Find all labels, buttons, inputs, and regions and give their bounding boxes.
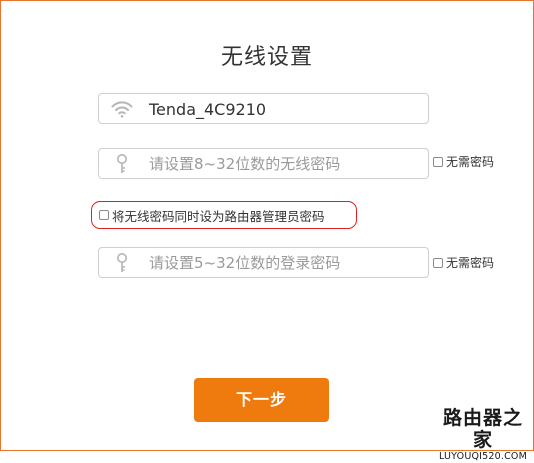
wifi-password-input[interactable] xyxy=(149,153,409,175)
login-no-password-checkbox[interactable]: 无需密码 xyxy=(433,254,494,271)
wifi-no-password-checkbox[interactable]: 无需密码 xyxy=(433,153,494,170)
checkbox-box[interactable] xyxy=(433,257,443,268)
key-icon xyxy=(111,154,133,173)
wifi-icon xyxy=(111,100,133,118)
login-password-field[interactable] xyxy=(98,247,429,278)
watermark-logo: 路由器之家 LUYOUQI520.COM xyxy=(435,407,531,463)
next-button[interactable]: 下一步 xyxy=(194,378,329,422)
watermark-en: LUYOUQI520.COM xyxy=(438,451,528,462)
login-password-input[interactable] xyxy=(149,252,409,274)
checkbox-box[interactable] xyxy=(99,210,109,220)
no-password-label: 无需密码 xyxy=(446,256,495,270)
no-password-label: 无需密码 xyxy=(446,155,495,169)
page-title: 无线设置 xyxy=(220,45,313,70)
same-as-admin-checkbox[interactable]: 将无线密码同时设为路由器管理员密码 xyxy=(91,201,357,229)
ssid-field[interactable]: Tenda_4C9210 xyxy=(98,93,429,124)
ssid-value: Tenda_4C9210 xyxy=(149,100,267,119)
wizard-panel: 无线设置 Tenda_4C9210 无需密码 将无线密码同时设为路由器管理员密码… xyxy=(0,0,534,462)
key-icon xyxy=(111,253,133,272)
same-as-admin-label: 将无线密码同时设为路由器管理员密码 xyxy=(112,208,325,224)
wifi-password-field[interactable] xyxy=(98,148,429,179)
checkbox-box[interactable] xyxy=(433,156,443,167)
watermark-cn: 路由器之家 xyxy=(442,407,523,451)
